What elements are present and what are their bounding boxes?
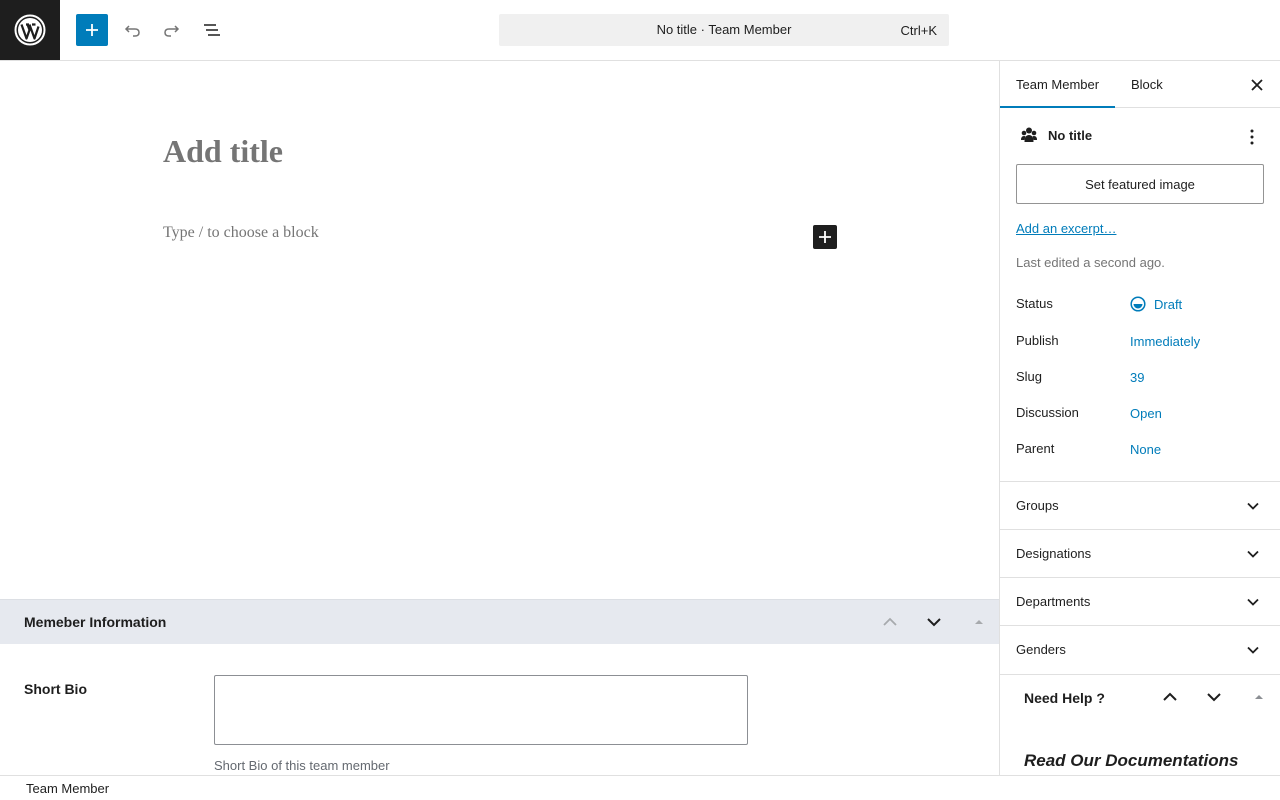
post-card-title: No title xyxy=(1048,128,1093,143)
inline-add-block-button[interactable] xyxy=(813,225,837,249)
add-block-button[interactable] xyxy=(76,14,108,46)
editor-footer: Team Member xyxy=(0,775,1280,800)
editor-app: No title · Team Member Ctrl+K Add title … xyxy=(0,0,1280,800)
short-bio-label: Short Bio xyxy=(24,681,87,697)
publish-label: Publish xyxy=(1016,333,1059,348)
post-actions-button[interactable] xyxy=(1242,125,1262,149)
status-label: Status xyxy=(1016,296,1053,311)
undo-icon xyxy=(124,25,140,37)
wordpress-icon xyxy=(14,14,46,46)
caret-up-icon xyxy=(975,620,983,624)
panel-genders[interactable]: Genders xyxy=(1000,625,1280,673)
slug-label: Slug xyxy=(1016,369,1043,384)
move-up-button[interactable] xyxy=(1158,685,1182,709)
help-title: Need Help ? xyxy=(1024,690,1105,706)
groups-icon xyxy=(1021,127,1037,142)
set-featured-image-button[interactable]: Set featured image xyxy=(1016,164,1264,204)
chevron-down-icon xyxy=(1245,642,1261,658)
post-title-input[interactable]: Add title xyxy=(163,133,283,170)
editor-canvas: Add title Type / to choose a block xyxy=(0,61,999,599)
short-bio-textarea[interactable] xyxy=(214,675,748,745)
redo-icon xyxy=(164,25,180,37)
metabox-header[interactable]: Memeber Information xyxy=(0,599,999,644)
document-title: No title · Team Member xyxy=(656,22,792,37)
move-down-button[interactable] xyxy=(1202,685,1226,709)
panel-title: Groups xyxy=(1016,498,1059,513)
move-down-button[interactable] xyxy=(920,608,948,636)
panel-designations[interactable]: Designations xyxy=(1000,529,1280,577)
publish-value[interactable]: Immediately xyxy=(1130,334,1200,349)
undo-button[interactable] xyxy=(116,14,148,46)
last-edited-text: Last edited a second ago. xyxy=(1016,255,1165,270)
metabox-body: Short Bio Short Bio of this team member xyxy=(0,644,999,775)
sidebar-tabs: Team Member Block xyxy=(1000,61,1280,108)
block-placeholder[interactable]: Type / to choose a block xyxy=(163,224,319,242)
slug-value[interactable]: 39 xyxy=(1130,370,1144,385)
more-vertical-icon xyxy=(1250,129,1254,145)
chevron-up-icon xyxy=(883,617,897,626)
chevron-down-icon xyxy=(1245,498,1261,514)
panel-title: Designations xyxy=(1016,546,1092,561)
toggle-panel-button[interactable] xyxy=(1247,685,1271,709)
tab-team-member[interactable]: Team Member xyxy=(1000,61,1115,108)
chevron-down-icon xyxy=(1245,546,1261,562)
wordpress-logo-button[interactable] xyxy=(0,0,60,60)
move-up-button[interactable] xyxy=(876,608,904,636)
panel-title: Genders xyxy=(1016,642,1066,657)
add-excerpt-link[interactable]: Add an excerpt… xyxy=(1016,221,1116,236)
settings-sidebar: Team Member Block No title Set featured … xyxy=(999,61,1280,775)
metabox-title: Memeber Information xyxy=(24,614,167,630)
panel-groups[interactable]: Groups xyxy=(1000,481,1280,529)
document-overview-button[interactable] xyxy=(196,14,228,46)
plus-icon xyxy=(819,231,831,243)
command-palette-bar[interactable]: No title · Team Member Ctrl+K xyxy=(499,14,949,46)
short-bio-help: Short Bio of this team member xyxy=(214,758,390,773)
toggle-panel-button[interactable] xyxy=(965,608,993,636)
chevron-down-icon xyxy=(1207,693,1221,702)
command-shortcut: Ctrl+K xyxy=(900,23,937,38)
close-icon xyxy=(1251,79,1263,91)
list-view-icon xyxy=(204,24,220,36)
chevron-up-icon xyxy=(1163,692,1177,701)
chevron-down-icon xyxy=(1245,594,1261,610)
tab-block[interactable]: Block xyxy=(1115,61,1179,108)
need-help-metabox: Need Help ? Read Our Documentations xyxy=(1000,674,1280,775)
parent-label: Parent xyxy=(1016,441,1055,456)
panel-title: Departments xyxy=(1016,594,1091,609)
plus-icon xyxy=(86,24,98,36)
caret-up-icon xyxy=(1255,695,1263,699)
status-value[interactable]: Draft xyxy=(1154,297,1182,312)
documentation-link[interactable]: Read Our Documentations xyxy=(1024,751,1238,771)
redo-button[interactable] xyxy=(156,14,188,46)
discussion-value[interactable]: Open xyxy=(1130,406,1162,421)
close-sidebar-button[interactable] xyxy=(1245,73,1269,97)
parent-value[interactable]: None xyxy=(1130,442,1161,457)
panel-departments[interactable]: Departments xyxy=(1000,577,1280,625)
breadcrumb[interactable]: Team Member xyxy=(26,781,109,796)
chevron-down-icon xyxy=(927,618,941,627)
editor-header: No title · Team Member Ctrl+K xyxy=(0,0,1280,61)
discussion-label: Discussion xyxy=(1016,405,1079,420)
draft-status-icon xyxy=(1130,296,1146,312)
